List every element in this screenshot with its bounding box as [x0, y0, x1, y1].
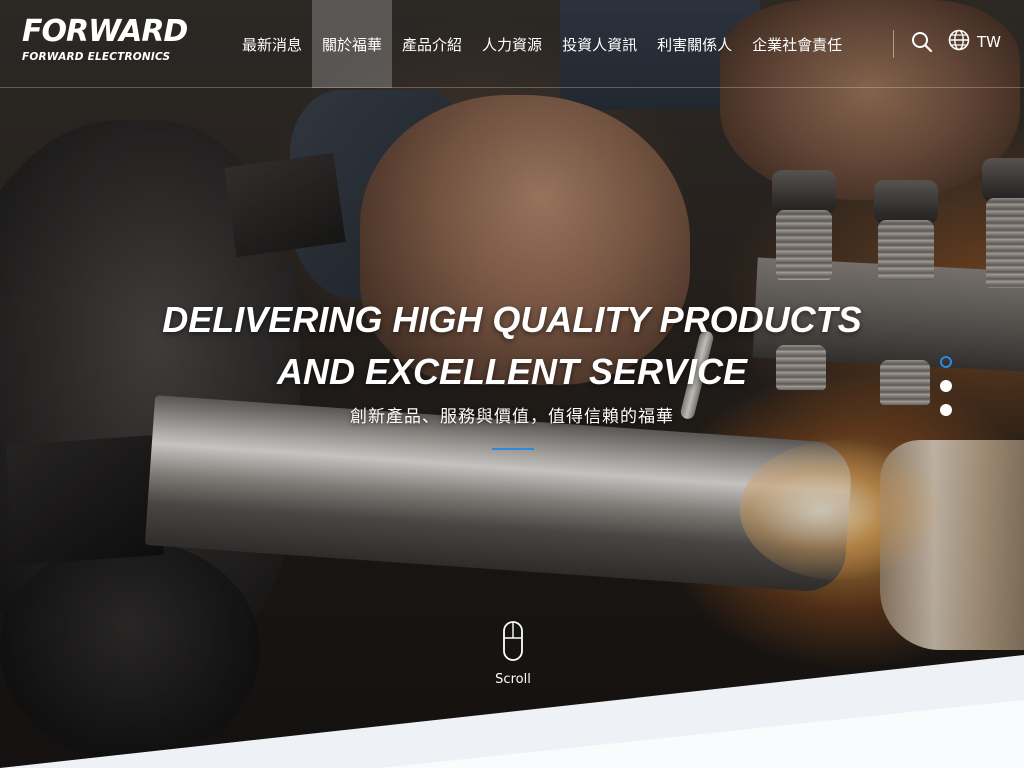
scroll-indicator[interactable]: Scroll — [487, 620, 539, 687]
hero-accent-line — [492, 448, 534, 450]
hero-subtitle: 創新產品、服務與價值，值得信賴的福華 — [350, 407, 674, 427]
nav-item-stakeholders[interactable]: 利害關係人 — [647, 0, 742, 88]
logo-wordmark: FORWARD — [22, 14, 188, 49]
language-label: TW — [977, 33, 1001, 51]
language-switcher[interactable]: TW — [947, 28, 1001, 56]
globe-icon — [947, 28, 971, 56]
nav-divider — [893, 30, 894, 58]
slider-dot-3[interactable] — [940, 404, 952, 416]
nav-item-careers[interactable]: 人力資源 — [472, 0, 552, 88]
slider-dots — [940, 356, 954, 428]
main-nav: 最新消息 關於福華 產品介紹 人力資源 投資人資訊 利害關係人 企業社會責任 — [232, 0, 852, 88]
slider-dot-1[interactable] — [940, 356, 952, 368]
slider-dot-2[interactable] — [940, 380, 952, 392]
nav-item-csr[interactable]: 企業社會責任 — [742, 0, 852, 88]
logo-subtitle: FORWARD ELECTRONICS — [22, 51, 171, 63]
mouse-icon — [502, 621, 524, 668]
scroll-label: Scroll — [495, 672, 531, 687]
nav-item-products[interactable]: 產品介紹 — [392, 0, 472, 88]
nav-item-investors[interactable]: 投資人資訊 — [552, 0, 647, 88]
nav-item-about[interactable]: 關於福華 — [312, 0, 393, 88]
site-header: FORWARD FORWARD ELECTRONICS 最新消息 關於福華 產品… — [0, 0, 1024, 88]
nav-item-news[interactable]: 最新消息 — [232, 0, 312, 88]
search-icon[interactable] — [910, 30, 934, 54]
hero-title: DELIVERING HIGH QUALITY PRODUCTS AND EXC… — [0, 294, 1024, 398]
hero-title-line2: AND EXCELLENT SERVICE — [276, 351, 748, 392]
hero-title-line1: DELIVERING HIGH QUALITY PRODUCTS — [162, 299, 862, 340]
brand-logo[interactable]: FORWARD FORWARD ELECTRONICS — [22, 16, 192, 68]
